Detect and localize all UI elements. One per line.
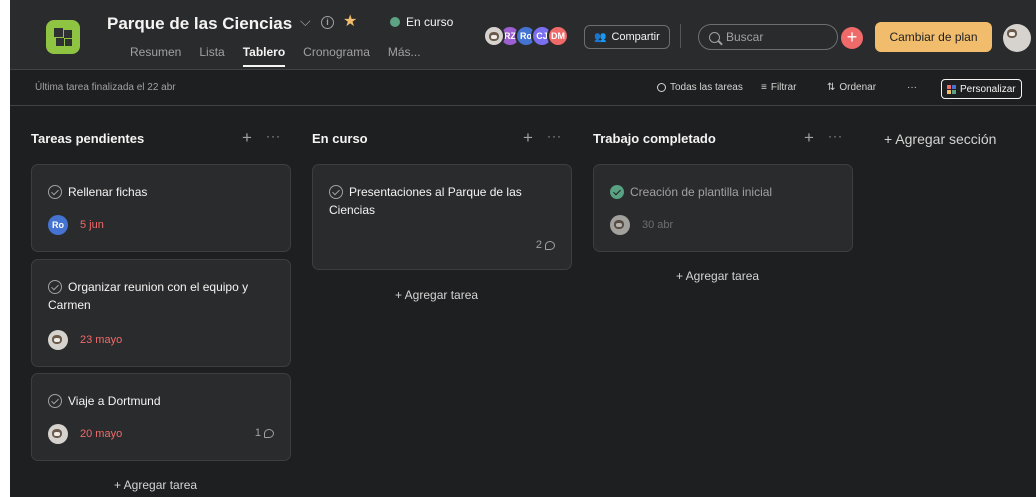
complete-task-icon[interactable] — [48, 185, 62, 199]
search-icon — [709, 31, 720, 43]
tab-tablero[interactable]: Tablero — [242, 45, 286, 67]
filter-label: Filtrar — [770, 82, 797, 93]
add-card-icon[interactable]: + — [242, 128, 252, 148]
customize-grid-icon — [947, 84, 956, 94]
due-date[interactable]: 23 mayo — [80, 334, 122, 346]
header-divider — [680, 24, 681, 48]
due-date[interactable]: 5 jun — [80, 219, 104, 231]
project-icon-square — [64, 30, 72, 38]
task-title[interactable]: Creación de plantilla inicial — [630, 183, 840, 201]
project-icon-square — [65, 39, 72, 46]
assignee-avatar[interactable] — [48, 424, 68, 444]
share-label: Compartir — [611, 31, 660, 43]
add-card-icon[interactable]: + — [804, 128, 814, 148]
assignee-avatar[interactable] — [48, 330, 68, 350]
add-task-button[interactable]: + Agregar tarea — [395, 288, 478, 302]
search-placeholder: Buscar — [726, 30, 764, 44]
last-completed-text: Última tarea finalizada el 22 abr — [35, 82, 176, 93]
task-title[interactable]: Presentaciones al Parque de las Ciencias — [329, 183, 559, 219]
project-title[interactable]: Parque de las Ciencias — [107, 14, 292, 34]
star-icon[interactable]: ★ — [343, 11, 357, 31]
filter-button[interactable]: ≡ Filtrar — [761, 82, 796, 93]
task-title[interactable]: Organizar reunion con el equipo y Carmen — [48, 278, 258, 314]
project-tabs: Resumen Lista Tablero Cronograma Más... — [130, 45, 439, 67]
board-toolbar: Última tarea finalizada el 22 abr Todas … — [10, 69, 1036, 106]
project-icon[interactable] — [46, 20, 80, 54]
column-title[interactable]: Trabajo completado — [593, 131, 716, 146]
task-card[interactable]: Creación de plantilla inicial 30 abr — [593, 164, 853, 252]
column-more-icon[interactable]: ··· — [547, 129, 562, 143]
search-input[interactable]: Buscar — [698, 24, 838, 50]
project-header: Parque de las Ciencias ⌵ i ★ En curso Re… — [10, 0, 1036, 69]
due-date[interactable]: 30 abr — [642, 219, 673, 231]
avatar[interactable]: DM — [547, 25, 569, 47]
more-options-button[interactable]: ··· — [907, 82, 917, 93]
task-title[interactable]: Rellenar fichas — [68, 183, 278, 201]
completed-check-icon[interactable] — [610, 185, 624, 199]
task-card[interactable]: Organizar reunion con el equipo y Carmen… — [31, 259, 291, 367]
tab-mas[interactable]: Más... — [388, 45, 421, 67]
project-status[interactable]: En curso — [390, 15, 453, 29]
customize-label: Personalizar — [960, 83, 1016, 95]
assignee-avatar[interactable]: Ro — [48, 215, 68, 235]
task-card[interactable]: Rellenar fichas Ro 5 jun — [31, 164, 291, 252]
tab-resumen[interactable]: Resumen — [130, 45, 181, 67]
column-more-icon[interactable]: ··· — [828, 129, 843, 143]
upgrade-button[interactable]: Cambiar de plan — [875, 22, 992, 52]
column-header: En curso + ··· — [312, 128, 574, 151]
status-label: En curso — [406, 15, 454, 29]
tab-lista[interactable]: Lista — [199, 45, 224, 67]
sort-label: Ordenar — [839, 82, 877, 93]
comment-count-value: 2 — [535, 239, 542, 251]
share-button[interactable]: 👥 Compartir — [584, 25, 670, 49]
asana-app: Parque de las Ciencias ⌵ i ★ En curso Re… — [10, 0, 1036, 497]
customize-button[interactable]: Personalizar — [941, 79, 1022, 99]
create-button[interactable]: + — [841, 27, 863, 49]
all-tasks-label: Todas las tareas — [670, 82, 743, 93]
tab-cronograma[interactable]: Cronograma — [303, 45, 370, 67]
complete-task-icon[interactable] — [48, 394, 62, 408]
filter-icon: ≡ — [761, 82, 767, 93]
check-circle-icon — [657, 83, 666, 92]
due-date[interactable]: 20 mayo — [80, 428, 122, 440]
info-icon[interactable]: i — [321, 16, 334, 29]
chevron-down-icon[interactable]: ⌵ — [300, 13, 311, 30]
project-members[interactable]: RZ Ro CJ DM — [483, 25, 569, 47]
comment-icon — [264, 428, 274, 438]
comment-icon — [545, 240, 555, 250]
add-section-button[interactable]: + Agregar sección — [884, 131, 996, 147]
project-icon-square — [54, 28, 63, 37]
task-card[interactable]: Presentaciones al Parque de las Ciencias… — [312, 164, 572, 270]
project-icon-square — [56, 38, 64, 46]
add-card-icon[interactable]: + — [523, 128, 533, 148]
comment-count-value: 1 — [254, 427, 261, 439]
avatar[interactable] — [483, 25, 505, 47]
task-title[interactable]: Viaje a Dortmund — [68, 392, 278, 410]
sort-icon: ⇅ — [827, 82, 836, 93]
column-more-icon[interactable]: ··· — [266, 129, 281, 143]
comment-count[interactable]: 1 — [255, 427, 274, 439]
add-task-button[interactable]: + Agregar tarea — [676, 269, 759, 283]
status-dot-icon — [390, 17, 400, 27]
column-header: Tareas pendientes + ··· — [31, 128, 293, 151]
assignee-avatar[interactable] — [610, 215, 630, 235]
column-title[interactable]: En curso — [312, 131, 368, 146]
sort-button[interactable]: ⇅ Ordenar — [827, 82, 876, 93]
add-task-button[interactable]: + Agregar tarea — [114, 478, 197, 492]
user-avatar[interactable] — [1003, 24, 1031, 52]
all-tasks-button[interactable]: Todas las tareas — [657, 82, 743, 93]
task-card[interactable]: Viaje a Dortmund 20 mayo 1 — [31, 373, 291, 461]
column-header: Trabajo completado + ··· — [593, 128, 855, 151]
comment-count[interactable]: 2 — [536, 239, 555, 251]
people-icon: 👥 — [594, 31, 607, 43]
column-title[interactable]: Tareas pendientes — [31, 131, 144, 146]
